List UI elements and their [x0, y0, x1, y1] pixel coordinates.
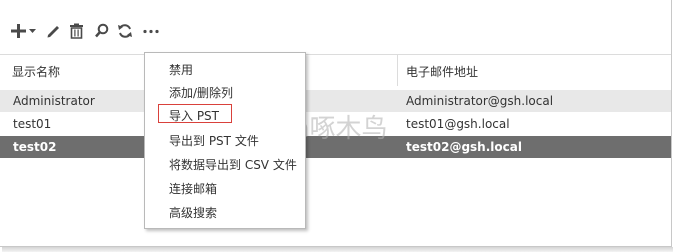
delete-icon[interactable]: [69, 21, 84, 41]
column-divider: [397, 54, 398, 86]
column-header-display-name[interactable]: 显示名称: [12, 63, 60, 80]
highlight-box: [158, 104, 232, 123]
table-header: 显示名称 电子邮件地址: [0, 54, 671, 87]
row-name: Administrator: [13, 94, 95, 108]
menu-item-connect-mailbox[interactable]: 连接邮箱: [169, 180, 217, 197]
menu-item-export-pst[interactable]: 导出到 PST 文件: [169, 132, 259, 149]
column-header-email[interactable]: 电子邮件地址: [406, 63, 478, 80]
row-email: test01@gsh.local: [406, 117, 510, 131]
row-name: test01: [13, 117, 52, 131]
menu-item-export-csv[interactable]: 将数据导出到 CSV 文件: [169, 156, 297, 173]
edit-icon[interactable]: [45, 21, 61, 41]
search-icon[interactable]: [94, 21, 109, 41]
frame-shadow: [2, 247, 673, 252]
row-email: test02@gsh.local: [406, 140, 522, 154]
menu-item-add-remove-columns[interactable]: 添加/删除列: [169, 84, 233, 101]
more-actions-menu: 禁用 添加/删除列 导入 PST 导出到 PST 文件 将数据导出到 CSV 文…: [144, 52, 306, 229]
dropdown-caret-icon[interactable]: [28, 21, 37, 41]
more-icon[interactable]: [142, 21, 160, 41]
mailbox-list-panel: 显示名称 电子邮件地址 Administrator Administrator@…: [0, 0, 672, 247]
row-email: Administrator@gsh.local: [406, 94, 554, 108]
refresh-icon[interactable]: [117, 21, 133, 41]
menu-item-advanced-search[interactable]: 高级搜索: [169, 204, 217, 221]
add-icon[interactable]: [10, 21, 27, 41]
menu-item-disable[interactable]: 禁用: [169, 61, 193, 78]
row-name: test02: [13, 140, 57, 154]
toolbar: [0, 0, 671, 52]
